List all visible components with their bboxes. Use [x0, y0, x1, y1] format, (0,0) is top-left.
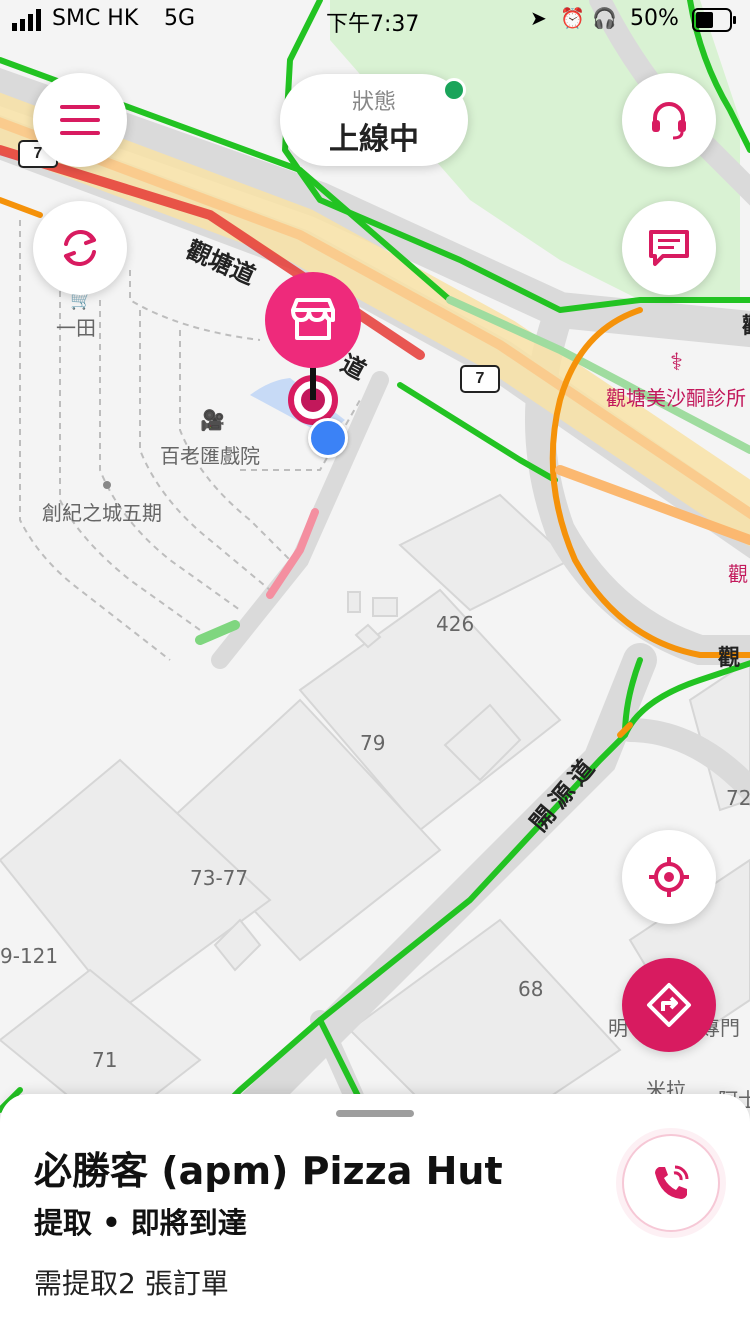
chat-icon [649, 230, 689, 266]
building-number-label: 79 [360, 731, 386, 755]
building-number-label: 426 [436, 612, 475, 636]
camera-icon: 🎥 [200, 408, 225, 432]
clock: 下午7:37 [326, 12, 420, 37]
stethoscope-icon: ⚕ [670, 348, 683, 376]
building-number-label: 71 [92, 1048, 118, 1072]
headset-icon [652, 102, 686, 140]
building-number-label: 72 [726, 786, 750, 810]
support-button[interactable] [622, 73, 716, 167]
menu-icon [60, 105, 100, 135]
online-status-pill[interactable]: 狀態 上線中 [280, 74, 468, 166]
navigate-button[interactable] [622, 958, 716, 1052]
phone-call-icon [655, 1165, 689, 1199]
poi-clinic-label: 觀塘美沙酮診所 [606, 386, 746, 410]
carrier-label: SMC HK [52, 6, 139, 31]
status-value: 上線中 [329, 122, 419, 157]
route-sign: 7 [460, 365, 500, 393]
headphones-icon: 🎧 [592, 6, 617, 30]
building-number-label: 73-77 [190, 866, 249, 890]
directions-icon [647, 983, 691, 1027]
road-label: 觀 [718, 646, 741, 671]
building-number-label: 9-121 [0, 944, 59, 968]
current-location-marker [308, 418, 348, 458]
order-count-text: 需提取2 張訂單 [34, 1267, 229, 1300]
battery-icon [692, 8, 736, 32]
alarm-icon: ⏰ [560, 6, 585, 30]
battery-percentage: 50% [630, 6, 679, 31]
restaurant-name: 必勝客 (apm) Pizza Hut [34, 1149, 503, 1193]
road-label: 觀 [742, 308, 750, 340]
task-status: 提取 • 即將到達 [34, 1206, 247, 1240]
poi-creative-city-label: 創紀之城五期 [42, 501, 162, 525]
location-arrow-icon: ➤ [530, 6, 547, 30]
refresh-button[interactable] [33, 201, 127, 295]
status-bar: SMC HK 5G 下午7:37 ➤ ⏰ 🎧 50% [0, 0, 750, 40]
pickup-bottom-sheet[interactable]: 必勝客 (apm) Pizza Hut 提取 • 即將到達 需提取2 張訂單 [0, 1094, 750, 1334]
building-number-label: 68 [518, 977, 544, 1001]
refresh-icon [64, 229, 96, 267]
poi-ichiban-label: 一田 [56, 316, 96, 340]
online-indicator-dot [442, 78, 466, 102]
menu-button[interactable] [33, 73, 127, 167]
crosshair-icon [649, 857, 689, 897]
chat-button[interactable] [622, 201, 716, 295]
sheet-drag-handle[interactable] [336, 1110, 414, 1117]
poi-label: 觀 [728, 562, 748, 586]
status-label: 狀態 [351, 90, 396, 115]
network-label: 5G [164, 6, 196, 31]
signal-icon [12, 9, 41, 31]
call-restaurant-button[interactable] [622, 1134, 720, 1232]
poi-cinema-label: 百老匯戲院 [160, 444, 260, 468]
recenter-button[interactable] [622, 830, 716, 924]
